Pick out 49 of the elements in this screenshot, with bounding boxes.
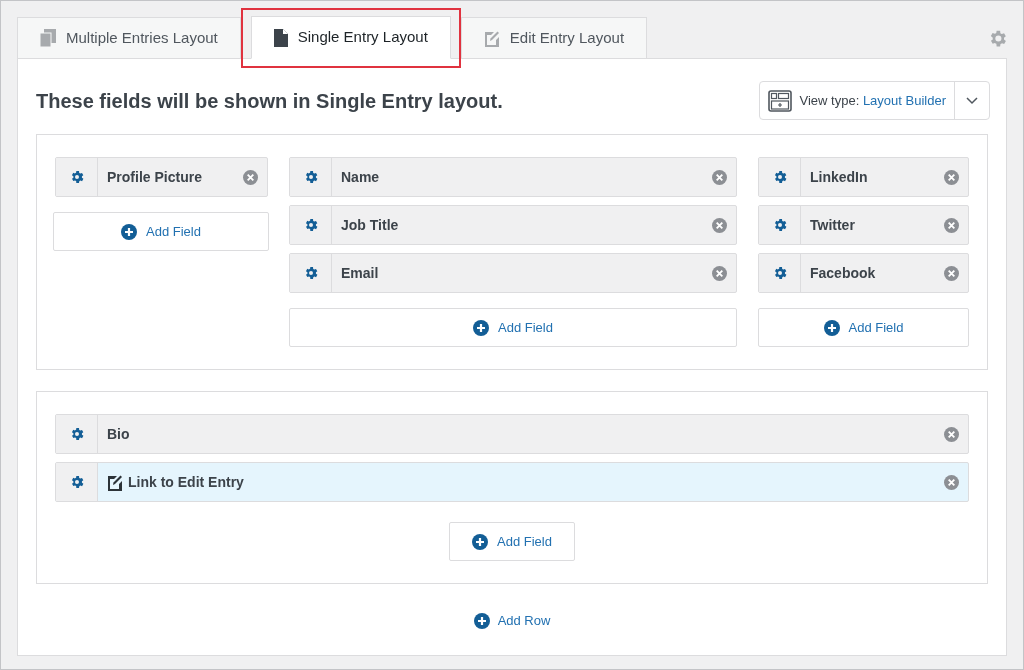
add-field-button[interactable]: Add Field: [758, 308, 969, 347]
remove-icon[interactable]: [944, 426, 959, 442]
tab[interactable]: Single Entry Layout: [250, 16, 451, 59]
add-field-button[interactable]: Add Field: [53, 212, 269, 251]
plus-circle-icon: [473, 319, 490, 336]
page-icon: [273, 28, 288, 47]
view-type-dropdown[interactable]: View type: Layout Builder: [758, 81, 990, 120]
field-item[interactable]: Job Title: [289, 205, 737, 245]
add-field-button[interactable]: Add Field: [449, 522, 575, 561]
field-label: Email: [341, 263, 379, 283]
tab[interactable]: Multiple Entries Layout: [17, 17, 241, 59]
field-item[interactable]: Facebook: [758, 253, 969, 293]
field-item[interactable]: Email: [289, 253, 737, 293]
copies-icon: [40, 29, 56, 47]
field-label: Twitter: [810, 215, 855, 235]
add-field-button[interactable]: Add Field: [289, 308, 737, 347]
remove-icon[interactable]: [944, 217, 959, 233]
edit-link-field[interactable]: Link to Edit Entry: [55, 462, 969, 502]
tab[interactable]: Edit Entry Layout: [460, 17, 648, 59]
field-item[interactable]: Profile Picture: [55, 157, 268, 197]
field-label: Name: [341, 167, 380, 187]
plus-circle-icon: [473, 612, 490, 629]
field-label: Job Title: [341, 215, 399, 235]
section-heading: These fields will be shown in Single Entry layout.: [36, 88, 503, 114]
plus-circle-icon: [121, 223, 138, 240]
chevron-down-icon: [966, 96, 978, 105]
view-type-label: View type: Layout Builder: [799, 91, 946, 110]
layout-grid-icon: [767, 89, 792, 112]
field-item[interactable]: LinkedIn: [758, 157, 969, 197]
remove-icon[interactable]: [712, 217, 727, 233]
field-item[interactable]: Twitter: [758, 205, 969, 245]
remove-icon[interactable]: [944, 265, 959, 281]
remove-icon[interactable]: [712, 169, 727, 185]
field-item[interactable]: Bio: [55, 414, 969, 454]
remove-icon[interactable]: [243, 169, 258, 185]
edit-icon: [107, 473, 123, 491]
plus-circle-icon: [472, 533, 489, 550]
remove-icon[interactable]: [944, 169, 959, 185]
field-item[interactable]: Name: [289, 157, 737, 197]
plus-circle-icon: [823, 319, 840, 336]
field-label: Link to Edit Entry: [128, 472, 244, 492]
remove-icon[interactable]: [944, 474, 959, 490]
field-label: Bio: [107, 424, 130, 444]
add-row-button[interactable]: Add Row: [473, 611, 551, 631]
field-label: Facebook: [810, 263, 876, 283]
field-label: Profile Picture: [107, 167, 202, 187]
remove-icon[interactable]: [712, 265, 727, 281]
field-label: LinkedIn: [810, 167, 868, 187]
edit-icon: [483, 29, 500, 47]
